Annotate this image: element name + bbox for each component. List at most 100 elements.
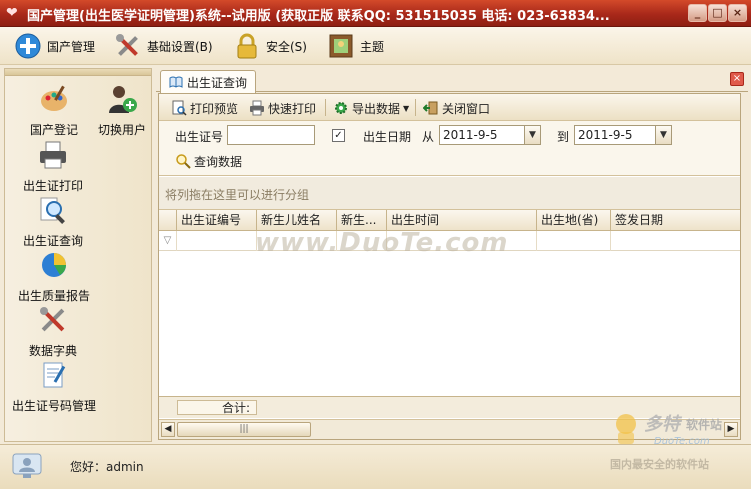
export-data-label: 导出数据 bbox=[352, 101, 401, 116]
plus-circle-icon bbox=[15, 33, 41, 59]
watermark-text: www.DuoTe.com bbox=[255, 228, 509, 258]
user-switch-icon bbox=[109, 86, 137, 113]
toolbar-item-basic-settings[interactable]: 基础设置(B) bbox=[114, 31, 213, 61]
export-data-button[interactable]: 导出数据 ▼ bbox=[333, 99, 409, 117]
book-icon bbox=[169, 76, 183, 88]
filter-cell[interactable] bbox=[611, 231, 740, 251]
column-header[interactable]: 签发日期 bbox=[611, 210, 740, 231]
group-by-area[interactable]: 将列拖在这里可以进行分组 bbox=[159, 177, 740, 210]
toolbar-label: 国产管理 bbox=[47, 39, 96, 54]
to-date-value: 2011-9-5 bbox=[578, 128, 633, 142]
quick-print-label: 快速打印 bbox=[268, 101, 317, 116]
query-data-label: 查询数据 bbox=[194, 154, 243, 169]
sidebar-item-label: 数据字典 bbox=[28, 344, 77, 358]
close-tab-button[interactable]: × bbox=[730, 72, 744, 86]
scroll-left-icon[interactable]: ◀ bbox=[161, 422, 175, 437]
toolbar-label: 安全(S) bbox=[266, 39, 307, 54]
print-preview-label: 打印预览 bbox=[190, 101, 239, 116]
toolbar-label: 基础设置(B) bbox=[147, 39, 213, 54]
filter-cell[interactable] bbox=[177, 231, 257, 251]
close-window-button[interactable]: 关闭窗口 bbox=[423, 99, 490, 117]
chevron-down-icon: ▼ bbox=[403, 103, 410, 113]
sidebar-header bbox=[5, 69, 151, 76]
row-indicator-header bbox=[159, 210, 177, 231]
from-label: 从 bbox=[422, 130, 435, 144]
query-panel: 打印预览 快速打印 导出数据 ▼ 关闭窗口 出生证号 ✓ 出生日期 从 2011… bbox=[158, 93, 741, 440]
maximize-button[interactable]: □ bbox=[708, 4, 727, 22]
to-date-picker[interactable]: 2011-9-5 ▼ bbox=[574, 125, 672, 145]
filter-cell[interactable] bbox=[537, 231, 611, 251]
grid-body[interactable] bbox=[159, 251, 740, 396]
column-header[interactable]: 出生地(省) bbox=[537, 210, 611, 231]
toolbar-item-security[interactable]: 安全(S) bbox=[233, 31, 307, 61]
sidebar-item-label: 出生质量报告 bbox=[17, 289, 90, 303]
lock-icon bbox=[237, 33, 257, 59]
total-label: 合计: bbox=[177, 400, 257, 415]
title-bar: ❤ 国产管理(出生医学证明管理)系统--试用版 (获取正版 联系QQ: 5315… bbox=[0, 0, 751, 27]
column-header[interactable]: 出生证编号 bbox=[177, 210, 257, 231]
from-date-value: 2011-9-5 bbox=[443, 128, 498, 142]
sidebar-item-production-register[interactable]: 国产登记 bbox=[19, 83, 89, 138]
tab-strip: 出生证查询 × bbox=[156, 68, 748, 93]
palette-icon bbox=[41, 85, 67, 111]
minimize-button[interactable]: _ bbox=[688, 4, 707, 22]
cert-no-input[interactable] bbox=[227, 125, 315, 145]
sidebar-item-label: 切换用户 bbox=[97, 123, 146, 137]
magnifier-icon bbox=[40, 197, 65, 224]
sidebar-item-label: 出生证查询 bbox=[22, 234, 83, 248]
user-card-icon bbox=[12, 453, 42, 478]
from-date-picker[interactable]: 2011-9-5 ▼ bbox=[439, 125, 541, 145]
tab-cert-query[interactable]: 出生证查询 bbox=[160, 70, 256, 93]
sidebar-item-switch-user[interactable]: 切换用户 bbox=[91, 83, 153, 138]
scroll-thumb[interactable]: ||| bbox=[177, 422, 311, 437]
sidebar-item-cert-number-mgmt[interactable]: 出生证号码管理 bbox=[5, 359, 103, 414]
picture-frame-icon bbox=[329, 34, 353, 58]
toolbar-label: 主题 bbox=[360, 39, 385, 54]
sidebar-item-label: 国产登记 bbox=[29, 123, 78, 137]
tools-icon bbox=[40, 307, 65, 332]
chevron-down-icon[interactable]: ▼ bbox=[524, 126, 540, 144]
gear-icon bbox=[335, 102, 347, 114]
main-toolbar: 国产管理 基础设置(B) 安全(S) 主题 bbox=[0, 27, 751, 65]
document-edit-icon bbox=[43, 362, 66, 388]
window-title: 国产管理(出生医学证明管理)系统--试用版 (获取正版 联系QQ: 531515… bbox=[27, 9, 610, 24]
close-window-label: 关闭窗口 bbox=[442, 101, 491, 116]
cert-no-label: 出生证号 bbox=[175, 130, 224, 144]
birth-date-checkbox[interactable]: ✓ bbox=[332, 129, 345, 142]
logo-title: 多特 bbox=[644, 414, 680, 435]
sidebar-item-cert-print[interactable]: 出生证打印 bbox=[13, 139, 93, 194]
print-preview-icon bbox=[172, 100, 187, 116]
sidebar-item-label: 出生证号码管理 bbox=[11, 399, 96, 413]
greeting-text: 您好：admin bbox=[70, 460, 144, 474]
tab-label: 出生证查询 bbox=[187, 75, 248, 90]
action-toolbar: 打印预览 快速打印 导出数据 ▼ 关闭窗口 bbox=[159, 94, 740, 121]
exit-door-icon bbox=[423, 101, 438, 115]
tools-icon bbox=[116, 34, 138, 56]
birth-date-label: 出生日期 bbox=[363, 130, 412, 144]
duote-mascot-icon bbox=[616, 414, 636, 444]
print-preview-button[interactable]: 打印预览 bbox=[171, 99, 238, 117]
toolbar-item-theme[interactable]: 主题 bbox=[327, 31, 384, 61]
filter-icon[interactable]: ▽ bbox=[159, 231, 177, 251]
sidebar-item-label: 出生证打印 bbox=[22, 179, 83, 193]
sidebar-item-cert-query[interactable]: 出生证查询 bbox=[13, 194, 93, 249]
logo-tagline: 国内最安全的软件站 bbox=[610, 458, 709, 471]
heart-app-icon: ❤ bbox=[6, 5, 18, 21]
printer-icon bbox=[250, 100, 264, 116]
logo-subtitle: 软件站 bbox=[686, 418, 723, 432]
toolbar-item-production-mgmt[interactable]: 国产管理 bbox=[14, 31, 95, 61]
toolbar-separator bbox=[415, 99, 416, 116]
sidebar-item-quality-report[interactable]: 出生质量报告 bbox=[9, 249, 99, 304]
sidebar: 国产登记 切换用户 出生证打印 出生证查询 出生质量报告 数据字典 出生证号码管… bbox=[4, 68, 152, 442]
close-button[interactable]: × bbox=[728, 4, 747, 22]
duote-logo: 多特 软件站 DuoTe.com 国内最安全的软件站 bbox=[610, 410, 745, 474]
chevron-down-icon[interactable]: ▼ bbox=[655, 126, 671, 144]
sidebar-item-data-dictionary[interactable]: 数据字典 bbox=[13, 304, 93, 359]
to-label: 到 bbox=[557, 130, 570, 144]
toolbar-separator bbox=[325, 99, 326, 116]
search-icon bbox=[176, 154, 191, 169]
quick-print-button[interactable]: 快速打印 bbox=[249, 99, 316, 117]
printer-icon bbox=[40, 141, 66, 169]
logo-url: DuoTe.com bbox=[654, 436, 710, 447]
query-data-button[interactable]: 查询数据 bbox=[175, 152, 242, 170]
